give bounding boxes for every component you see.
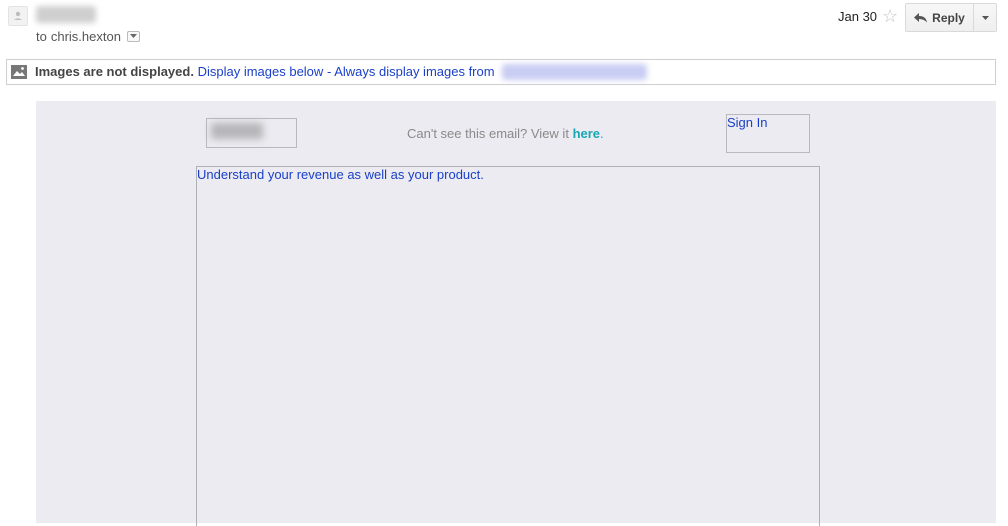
view-online-link[interactable]: here	[573, 126, 600, 141]
message-date: Jan 30	[838, 9, 878, 24]
caret-down-icon	[981, 15, 989, 20]
reply-arrow-icon	[914, 12, 928, 22]
chevron-down-icon	[129, 34, 137, 38]
reply-button-group: Reply	[905, 3, 997, 32]
main-image-placeholder[interactable]: Understand your revenue as well as your …	[196, 166, 820, 526]
sign-in-image-placeholder[interactable]: Sign In	[726, 114, 810, 153]
show-details-button[interactable]	[126, 31, 140, 42]
display-images-below-link[interactable]: Display images below	[198, 64, 324, 79]
more-actions-button[interactable]	[974, 4, 996, 31]
recipient-line: to chris.hexton	[36, 29, 140, 44]
logo-redacted	[211, 123, 263, 139]
view-online-line: Can't see this email? View it here.	[407, 126, 604, 141]
recipient-prefix: to	[36, 29, 47, 44]
main-image-alt-text[interactable]: Understand your revenue as well as your …	[197, 167, 484, 182]
star-icon[interactable]: ☆	[882, 6, 898, 26]
view-online-text: Can't see this email? View it	[407, 126, 569, 141]
view-online-suffix: .	[600, 126, 604, 141]
reply-button[interactable]: Reply	[906, 4, 974, 31]
always-display-images-link[interactable]: Always display images from	[334, 64, 494, 79]
image-icon	[11, 65, 27, 79]
sender-domain-redacted[interactable]	[502, 64, 648, 81]
images-blocked-bar: Images are not displayed. Display images…	[6, 59, 996, 85]
logo-image-placeholder[interactable]	[206, 118, 297, 148]
separator: -	[326, 63, 332, 79]
person-icon	[14, 11, 22, 20]
email-content: Can't see this email? View it here. Sign…	[36, 101, 996, 526]
sign-in-link[interactable]: Sign In	[727, 115, 767, 130]
sender-name-redacted[interactable]	[36, 6, 96, 23]
sender-avatar	[8, 6, 28, 26]
reply-label: Reply	[932, 10, 965, 25]
recipient-name: chris.hexton	[50, 29, 121, 44]
images-blocked-notice: Images are not displayed.	[35, 63, 194, 79]
